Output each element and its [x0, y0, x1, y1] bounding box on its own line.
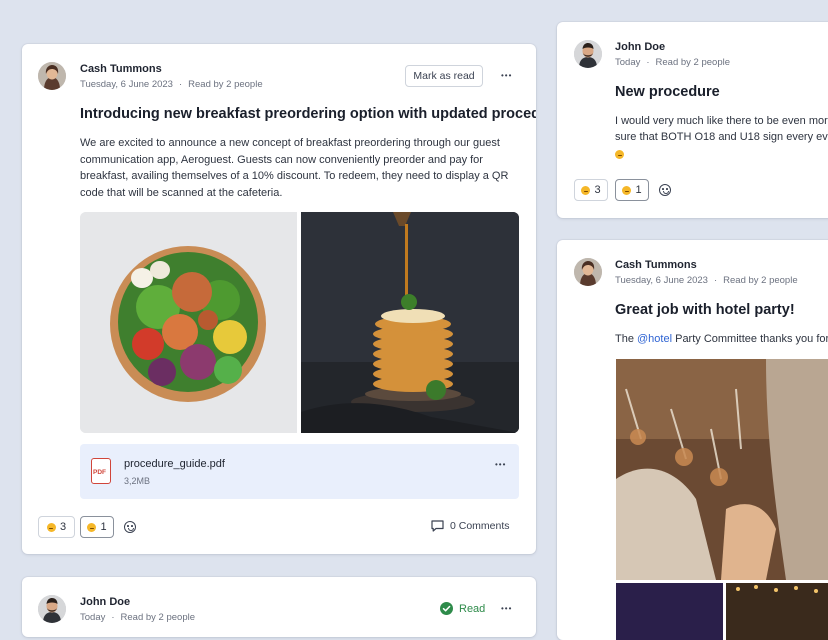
pancakes-image[interactable] — [301, 212, 519, 433]
mention-link[interactable]: @hotel — [637, 333, 672, 345]
post-meta: Today · Read by 2 people — [615, 57, 730, 68]
meta-separator: · — [178, 79, 183, 90]
post-date: Tuesday, 6 June 2023 — [80, 79, 173, 90]
post-title: Great job with hotel party! — [615, 302, 795, 318]
post-body-line: sure that BOTH O18 and U18 sign every ev… — [615, 131, 828, 143]
party-photo-thumb[interactable] — [726, 583, 828, 640]
avatar-image — [38, 62, 66, 90]
reaction-count: 3 — [594, 184, 601, 196]
attachment-filename[interactable]: procedure_guide.pdf — [124, 458, 225, 470]
post-body: The @hotel Party Committee thanks you fo… — [615, 331, 828, 348]
post-date: Tuesday, 6 June 2023 — [615, 275, 708, 286]
post-body-line: I would very much like there to be even … — [615, 115, 828, 127]
comments-count: 0 Comments — [450, 520, 510, 532]
read-status: Read — [440, 602, 485, 615]
post-meta: Tuesday, 6 June 2023 · Read by 2 people — [615, 275, 798, 286]
body-text-suffix: Party Committee thanks you for a — [672, 333, 828, 345]
author-avatar[interactable] — [38, 62, 66, 90]
party-photo-illustration — [616, 359, 828, 580]
check-circle-icon — [440, 602, 453, 615]
smile-emoji-icon — [46, 522, 56, 532]
image-gallery — [80, 212, 519, 433]
author-name[interactable]: John Doe — [615, 41, 665, 53]
read-by-count[interactable]: Read by 2 people — [188, 79, 262, 90]
post-card-new-procedure: John Doe Today · Read by 2 people New proc… — [557, 22, 828, 218]
attachment-more-icon[interactable]: ••• — [495, 460, 506, 470]
mark-as-read-button[interactable]: Mark as read — [405, 65, 483, 87]
post-title: New procedure — [615, 84, 720, 100]
post-title: Introducing new breakfast preordering op… — [80, 106, 536, 122]
party-lights-illustration — [736, 585, 818, 593]
reaction-button[interactable]: 3 — [574, 179, 608, 201]
avatar-image — [38, 595, 66, 623]
read-by-count[interactable]: Read by 2 people — [121, 612, 195, 623]
author-avatar[interactable] — [574, 40, 602, 68]
more-options-icon[interactable]: ••• — [501, 604, 512, 614]
meta-separator: · — [646, 57, 650, 68]
smile-emoji-icon — [581, 185, 591, 195]
read-status-label: Read — [459, 602, 486, 615]
post-meta: Today · Read by 2 people — [80, 612, 195, 623]
read-by-count[interactable]: Read by 2 people — [723, 275, 797, 286]
author-avatar[interactable] — [574, 258, 602, 286]
smile-emoji-icon — [87, 522, 97, 532]
reaction-button[interactable]: 1 — [615, 179, 649, 201]
smile-emoji-icon — [622, 185, 632, 195]
author-name[interactable]: Cash Tummons — [615, 259, 697, 271]
reaction-count: 1 — [635, 184, 642, 196]
pdf-file-icon: PDF — [91, 458, 111, 484]
avatar-image — [574, 258, 602, 286]
smile-emoji-icon — [615, 150, 624, 159]
party-photo-thumb[interactable] — [616, 583, 723, 640]
reaction-count: 1 — [100, 521, 107, 533]
comment-icon — [431, 520, 444, 532]
post-body: We are excited to announce a new concept… — [80, 137, 509, 199]
post-card-john-doe-bottom: John Doe Today · Read by 2 people Read ••• — [22, 577, 536, 637]
read-by-count[interactable]: Read by 2 people — [656, 57, 730, 68]
post-meta: Tuesday, 6 June 2023 · Read by 2 people — [80, 79, 263, 90]
reaction-button[interactable]: 1 — [80, 516, 114, 538]
more-options-icon[interactable]: ••• — [501, 71, 512, 81]
body-text-prefix: The — [615, 333, 638, 345]
salad-bowl-image[interactable] — [80, 212, 297, 433]
pdf-badge-label: PDF — [93, 469, 106, 476]
reaction-button[interactable]: 3 — [38, 516, 75, 538]
post-card-hotel-party: Cash Tummons Tuesday, 6 June 2023 · Read b… — [557, 240, 828, 640]
salad-bowl-illustration — [80, 212, 297, 433]
author-avatar[interactable] — [38, 595, 66, 623]
add-reaction-icon[interactable] — [124, 521, 136, 533]
post-date: Today — [615, 57, 641, 68]
party-photo[interactable] — [616, 359, 828, 580]
author-name[interactable]: Cash Tummons — [80, 63, 162, 75]
attachment-card[interactable]: PDF procedure_guide.pdf 3,2MB ••• — [80, 444, 519, 499]
post-date: Today — [80, 612, 106, 623]
author-name[interactable]: John Doe — [80, 596, 130, 608]
post-card-breakfast: Cash Tummons Tuesday, 6 June 2023 · Read b… — [22, 44, 536, 554]
pancakes-illustration — [301, 212, 519, 433]
attachment-filesize: 3,2MB — [124, 476, 151, 486]
avatar-image — [574, 40, 602, 68]
comments-button[interactable]: 0 Comments — [431, 520, 510, 532]
reaction-count: 3 — [59, 521, 67, 533]
add-reaction-icon[interactable] — [659, 184, 671, 196]
meta-separator: · — [713, 275, 718, 286]
meta-separator: · — [111, 612, 115, 623]
